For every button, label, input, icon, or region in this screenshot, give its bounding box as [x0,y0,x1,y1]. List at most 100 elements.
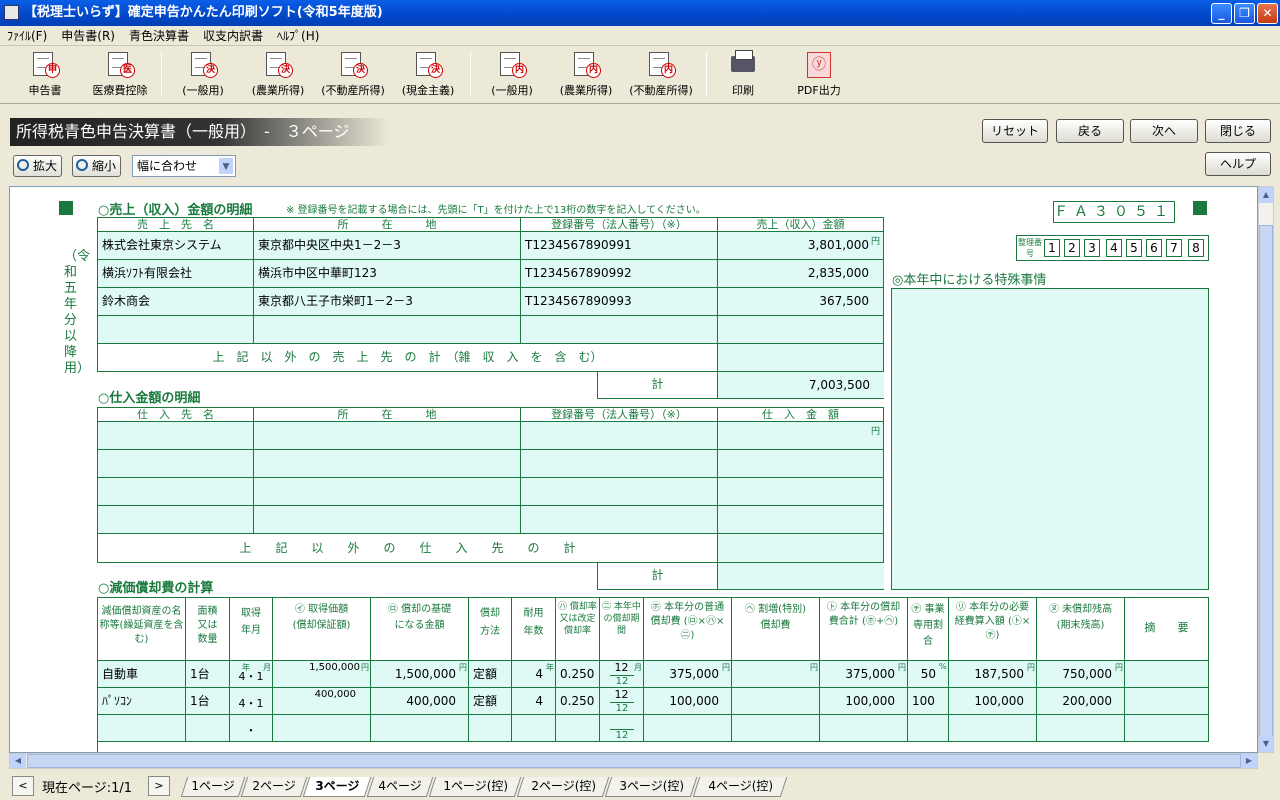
dep-date-2[interactable]: 4・1 [230,688,273,715]
scroll-right-icon[interactable]: ▶ [1241,754,1257,768]
minimize-button[interactable]: _ [1211,3,1232,24]
dep-qty-1[interactable]: 1台 [186,661,230,688]
uchiwake-ippan-button[interactable]: 内 (一般用) [483,50,541,100]
scroll-down-icon[interactable]: ▼ [1259,736,1273,752]
dep-acq-3[interactable] [273,715,371,742]
uchiwake-nougyou-button[interactable]: 内 (農業所得) [554,50,618,100]
dep-name-3[interactable] [98,715,186,742]
menu-shushi[interactable]: 収支内訳書 [196,26,270,46]
maximize-button[interactable]: ❐ [1234,3,1255,24]
vertical-scroll-thumb[interactable] [1259,225,1273,745]
dep-life-3[interactable] [512,715,556,742]
dep-name-1[interactable]: 自動車 [98,661,186,688]
dep-method-2[interactable]: 定額 [469,688,512,715]
menu-aoiro[interactable]: 青色決算書 [122,26,196,46]
sales-amount-4[interactable] [718,316,884,344]
dep-total-2[interactable]: 100,000 [820,688,908,715]
aoiro-fudousan-button[interactable]: 決 (不動産所得) [316,50,390,100]
purchase-cell[interactable] [521,506,718,534]
sales-address-3[interactable]: 東京都八王子市栄町1－2－3 [254,288,521,316]
zoom-out-button[interactable]: 縮小 [72,155,122,177]
dep-extra-3[interactable] [732,715,820,742]
purchase-cell[interactable] [718,506,884,534]
purchase-cell[interactable] [254,478,521,506]
close-button[interactable]: 閉じる [1205,119,1271,143]
dep-name-2[interactable]: ﾊﾟｿｺﾝ [98,688,186,715]
dep-rate-3[interactable] [556,715,600,742]
tab-page-4[interactable]: 4ページ [366,777,434,797]
reset-button[interactable]: リセット [982,119,1048,143]
zoom-select[interactable]: 幅に合わせ ▼ [132,155,236,177]
shinkokusho-button[interactable]: 申 申告書 [20,50,70,100]
dep-acq-1[interactable]: 1,500,000 [273,661,371,688]
iryouhi-button[interactable]: 医 医療費控除 [86,50,154,100]
sales-amount-1[interactable]: 3,801,000 [718,232,884,260]
dep-normal-3[interactable] [644,715,732,742]
dep-life-2[interactable]: 4 [512,688,556,715]
seiri-digit[interactable]: 2 [1064,239,1080,257]
horizontal-scrollbar[interactable]: ◀ ▶ [9,753,1258,769]
dep-rate-1[interactable]: 0.250 [556,661,600,688]
seiri-digit[interactable]: 3 [1084,239,1100,257]
sales-name-1[interactable]: 株式会社東京システム [98,232,254,260]
tab-page-1-copy[interactable]: 1ページ(控) [428,777,522,797]
sales-reg-3[interactable]: T1234567890993 [521,288,718,316]
help-button[interactable]: ヘルプ [1205,152,1271,176]
menu-file[interactable]: ﾌｧｲﾙ(F) [0,26,54,46]
purchase-cell[interactable] [254,450,521,478]
purchase-cell[interactable] [98,478,254,506]
print-button[interactable]: 印刷 [722,50,764,100]
seiri-digit[interactable]: 1 [1044,239,1060,257]
menu-shinkokusho[interactable]: 申告書(R) [54,26,122,46]
tab-page-3-copy[interactable]: 3ページ(控) [604,777,698,797]
dep-note-1[interactable] [1125,661,1209,688]
dep-rate-2[interactable]: 0.250 [556,688,600,715]
dep-method-3[interactable] [469,715,512,742]
sales-amount-2[interactable]: 2,835,000 [718,260,884,288]
sales-reg-2[interactable]: T1234567890992 [521,260,718,288]
back-button[interactable]: 戻る [1056,119,1124,143]
purchase-cell[interactable] [254,506,521,534]
purchase-cell[interactable] [98,450,254,478]
menu-help[interactable]: ﾍﾙﾌﾟ(H) [270,26,326,46]
dep-note-3[interactable] [1125,715,1209,742]
horizontal-scroll-thumb[interactable] [27,754,1241,768]
purchase-cell[interactable] [521,422,718,450]
sales-address-2[interactable]: 横浜市中区中華町123 [254,260,521,288]
dep-extra-2[interactable] [732,688,820,715]
scroll-left-icon[interactable]: ◀ [10,754,26,768]
sales-name-2[interactable]: 横浜ｿﾌﾄ有限会社 [98,260,254,288]
next-button[interactable]: 次へ [1130,119,1198,143]
seiri-digit[interactable]: 4 [1106,239,1122,257]
sales-other-amount[interactable] [718,344,884,372]
aoiro-genkin-button[interactable]: 決 (現金主義) [396,50,460,100]
scroll-up-icon[interactable]: ▲ [1259,187,1273,203]
close-window-button[interactable]: ✕ [1257,3,1278,24]
sales-address-1[interactable]: 東京都中央区中央1－2－3 [254,232,521,260]
aoiro-ippan-button[interactable]: 決 (一般用) [174,50,232,100]
purchase-cell[interactable] [521,450,718,478]
dep-remain-1[interactable]: 750,000 [1037,661,1125,688]
dep-expense-2[interactable]: 100,000 [949,688,1037,715]
seiri-digit[interactable]: 7 [1166,239,1182,257]
seiri-digit[interactable]: 6 [1146,239,1162,257]
dep-normal-2[interactable]: 100,000 [644,688,732,715]
aoiro-nougyou-button[interactable]: 決 (農業所得) [246,50,310,100]
sales-reg-4[interactable] [521,316,718,344]
purchase-cell[interactable] [718,478,884,506]
sales-amount-3[interactable]: 367,500 [718,288,884,316]
vertical-scrollbar[interactable]: ▲ ▼ [1258,186,1274,753]
dep-date-3[interactable]: ・ [230,715,273,742]
sales-name-4[interactable] [98,316,254,344]
tab-page-2-copy[interactable]: 2ページ(控) [516,777,610,797]
sales-name-3[interactable]: 鈴木商会 [98,288,254,316]
tab-page-4-copy[interactable]: 4ページ(控) [692,777,788,797]
dep-total-3[interactable] [820,715,908,742]
purchase-other-amount[interactable] [718,534,884,563]
dep-normal-1[interactable]: 375,000 [644,661,732,688]
purchase-cell[interactable] [254,422,521,450]
dep-expense-3[interactable] [949,715,1037,742]
dep-note-2[interactable] [1125,688,1209,715]
dep-method-1[interactable]: 定額 [469,661,512,688]
tab-page-3[interactable]: 3ページ [302,777,372,797]
